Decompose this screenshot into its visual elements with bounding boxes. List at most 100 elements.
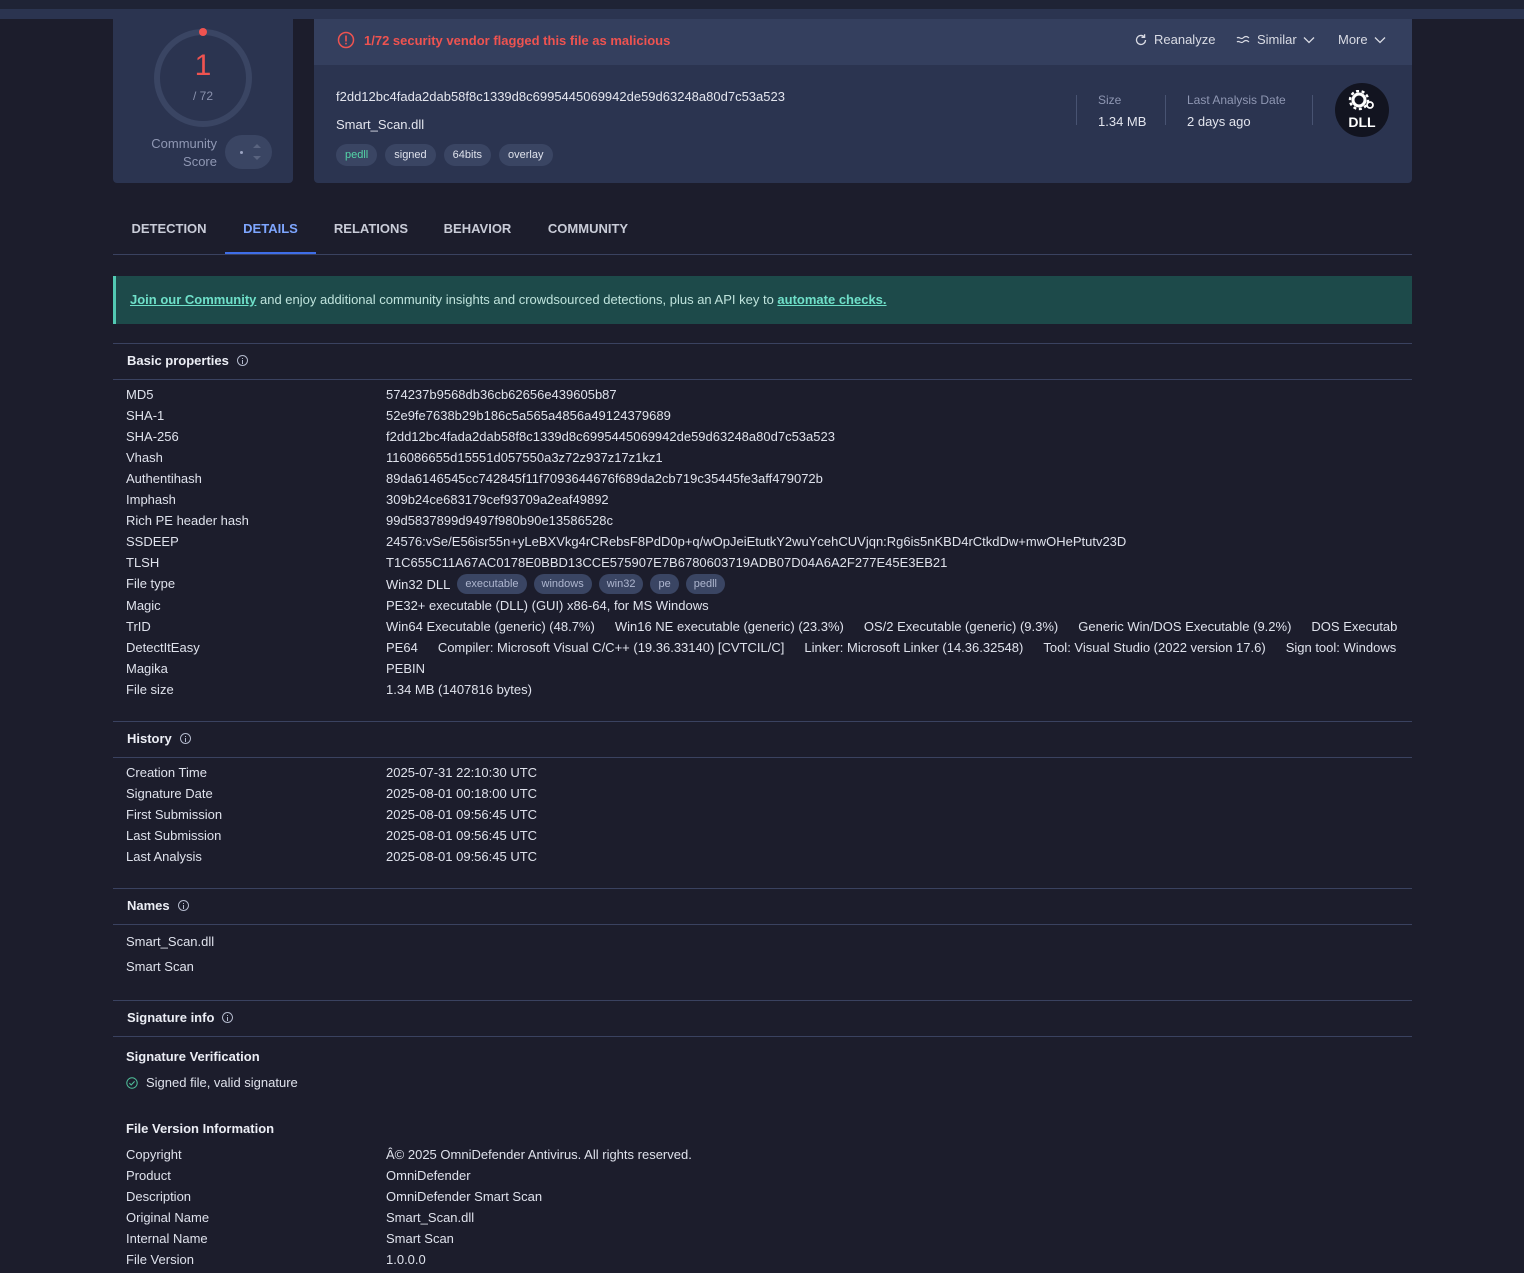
property-row: Product OmniDefender	[126, 1168, 1406, 1189]
malicious-alert-bar: 1/72 security vendor flagged this file a…	[314, 19, 1412, 65]
file-type-tag[interactable]: pe	[650, 574, 679, 594]
vote-down-icon[interactable]	[253, 156, 261, 160]
file-tag[interactable]: overlay	[499, 144, 553, 166]
banner-text: Join our Community and enjoy additional …	[130, 292, 887, 307]
reanalyze-button[interactable]: Reanalyze	[1134, 32, 1215, 47]
community-score-label: Community Score	[151, 136, 217, 169]
divider	[113, 888, 1412, 889]
file-type-tag[interactable]: windows	[533, 574, 592, 594]
property-row: Creation Time 2025-07-31 22:10:30 UTC	[126, 765, 1406, 786]
last-analysis-label: Last Analysis Date	[1187, 93, 1286, 107]
tab-details[interactable]: DETAILS	[225, 210, 316, 254]
property-value[interactable]: 309b24ce683179cef93709a2eaf49892	[386, 492, 609, 507]
divider	[113, 757, 1412, 758]
property-key: TLSH	[126, 555, 160, 570]
value-segment: Linker: Microsoft Linker (14.36.32548)	[804, 640, 1024, 655]
property-row-file-type: File type Win32 DLL executable windows win…	[126, 574, 1406, 597]
property-value[interactable]: 2025-07-31 22:10:30 UTC	[386, 765, 537, 780]
info-icon[interactable]	[222, 1012, 234, 1023]
value-segment: DOS Executable…	[1311, 619, 1398, 634]
property-value[interactable]: OmniDefender Smart Scan	[386, 1189, 542, 1204]
detection-total: / 72	[192, 89, 213, 103]
property-row: SSDEEP 24576:vSe/E56isr55n+yLeBXVkg4rCReb…	[126, 534, 1406, 555]
similar-dropdown[interactable]: Similar	[1236, 32, 1315, 47]
property-value[interactable]: 116086655d15551d057550a3z72z937z17z1kz1	[386, 450, 663, 465]
file-type-tag[interactable]: win32	[598, 574, 644, 594]
file-tag[interactable]: signed	[385, 144, 436, 166]
chevron-down-icon	[1303, 36, 1315, 43]
basic-properties-title: Basic properties	[127, 353, 248, 368]
info-icon[interactable]	[179, 733, 191, 744]
file-name: Smart_Scan.dll	[336, 117, 425, 132]
name-item: Smart Scan	[126, 959, 194, 974]
property-row-file-size: File size 1.34 MB (1407816 bytes)	[126, 682, 532, 697]
property-value[interactable]: 99d5837899d9497f980b90e13586528c	[386, 513, 613, 528]
property-value[interactable]: 2025-08-01 09:56:45 UTC	[386, 828, 537, 843]
property-value[interactable]: Smart Scan	[386, 1231, 454, 1246]
info-icon[interactable]	[236, 355, 248, 366]
property-value[interactable]: 89da6146545cc742845f11f7093644676f689da2…	[386, 471, 823, 486]
property-row: First Submission 2025-08-01 09:56:45 UTC	[126, 807, 1406, 828]
divider	[1312, 95, 1313, 125]
value-segment: Win16 NE executable (generic) (23.3%)	[614, 619, 844, 634]
property-value[interactable]: OmniDefender	[386, 1168, 471, 1183]
vote-up-icon[interactable]	[253, 144, 261, 148]
chevron-down-icon	[1374, 36, 1386, 43]
property-value[interactable]: 1.0.0.0	[386, 1252, 426, 1267]
check-circle-icon	[126, 1076, 138, 1089]
property-row: Copyright Â© 2025 OmniDefender Antivirus.…	[126, 1147, 1406, 1168]
name-item: Smart_Scan.dll	[126, 934, 215, 949]
property-value[interactable]: T1C655C11A67AC0178E0BBD13CCE575907E7B678…	[386, 555, 947, 570]
property-value[interactable]: 2025-08-01 09:56:45 UTC	[386, 849, 537, 864]
signature-verification-title: Signature Verification	[126, 1049, 260, 1064]
join-community-link[interactable]: Join our Community	[130, 292, 256, 307]
property-value[interactable]: Â© 2025 OmniDefender Antivirus. All righ…	[386, 1147, 692, 1162]
size-label: Size	[1098, 93, 1122, 107]
value-segment: Tool: Visual Studio (2022 version 17.6)	[1043, 640, 1266, 655]
property-value[interactable]: Smart_Scan.dll	[386, 1210, 474, 1225]
property-key: Product	[126, 1168, 171, 1183]
property-key: First Submission	[126, 807, 223, 822]
tab-detection[interactable]: DETECTION	[113, 210, 225, 253]
property-row: SHA-1 52e9fe7638b29b186c5a565a4856a491243…	[126, 408, 1406, 429]
property-value[interactable]: 24576:vSe/E56isr55n+yLeBXVkg4rCRebsF8PdD…	[386, 534, 1126, 549]
file-tag[interactable]: pedll	[336, 144, 378, 166]
tab-relations[interactable]: RELATIONS	[316, 210, 426, 253]
property-value[interactable]: 2025-08-01 00:18:00 UTC	[386, 786, 537, 801]
automate-checks-link[interactable]: automate checks.	[777, 292, 886, 307]
report-tabs: DETECTION DETAILS RELATIONS BEHAVIOR COM…	[113, 210, 1412, 255]
property-key: SHA-256	[126, 429, 179, 444]
property-key: File Version	[126, 1252, 194, 1267]
value-segment: Compiler: Microsoft Visual C/C++ (19.36.…	[437, 640, 785, 655]
property-value[interactable]: 52e9fe7638b29b186c5a565a4856a49124379689	[386, 408, 671, 423]
file-summary-card: 1/72 security vendor flagged this file a…	[314, 19, 1412, 183]
property-value[interactable]: 2025-08-01 09:56:45 UTC	[386, 807, 537, 822]
size-value: 1.34 MB	[1098, 114, 1147, 129]
property-key: Authentihash	[126, 471, 202, 486]
file-type-tag[interactable]: executable	[457, 574, 527, 594]
similar-icon	[1236, 35, 1250, 43]
property-row-magic: Magic PE32+ executable (DLL) (GUI) x86-6…	[126, 598, 709, 613]
file-type-tag[interactable]: pedll	[685, 574, 725, 594]
more-dropdown[interactable]: More	[1338, 32, 1386, 47]
signature-verification-status: Signed file, valid signature	[126, 1075, 298, 1090]
tab-behavior[interactable]: BEHAVIOR	[426, 210, 529, 253]
property-value[interactable]: 574237b9568db36cb62656e439605b87	[386, 387, 617, 402]
alert-text: 1/72 security vendor flagged this file a…	[364, 33, 671, 48]
value-segment: Sign tool: Windows …	[1285, 640, 1398, 655]
file-tag[interactable]: 64bits	[443, 144, 492, 166]
property-row: SHA-256 f2dd12bc4fada2dab58f8c1339d8c6995…	[126, 429, 1406, 450]
header-band	[0, 9, 1524, 19]
alert-circle-icon	[337, 31, 355, 49]
community-vote-control[interactable]	[225, 135, 272, 169]
property-key: Last Submission	[126, 828, 222, 843]
file-hash[interactable]: f2dd12bc4fada2dab58f8c1339d8c69954450699…	[336, 89, 785, 104]
property-row: Rich PE header hash 99d5837899d9497f980b9…	[126, 513, 1406, 534]
property-value[interactable]: f2dd12bc4fada2dab58f8c1339d8c69954450699…	[386, 429, 835, 444]
property-key: Vhash	[126, 450, 163, 465]
community-banner: Join our Community and enjoy additional …	[113, 276, 1412, 324]
info-icon[interactable]	[177, 900, 189, 911]
tab-community[interactable]: COMMUNITY	[529, 210, 647, 253]
names-title: Names	[127, 898, 189, 913]
property-key: Creation Time	[126, 765, 207, 780]
